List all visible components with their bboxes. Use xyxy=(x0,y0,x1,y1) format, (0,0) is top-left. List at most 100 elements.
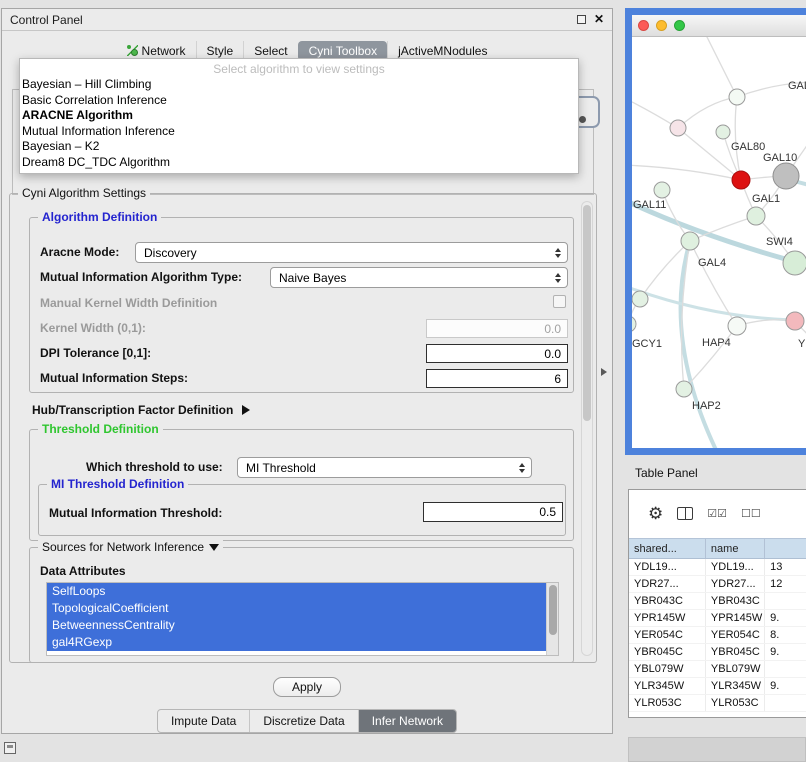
table-cell: YER054C xyxy=(706,627,765,643)
network-graph[interactable]: GALGAL80GAL10GAL11GAL1SWI4GAL4GCY1HAP4YE… xyxy=(632,37,806,448)
mi-type-select[interactable]: Naive Bayes xyxy=(270,267,568,288)
aracne-mode-label: Aracne Mode: xyxy=(40,245,119,259)
mi-steps-field[interactable]: 6 xyxy=(426,369,568,388)
table-row[interactable]: YLR053CYLR053C xyxy=(629,695,806,712)
cyni-settings-title: Cyni Algorithm Settings xyxy=(18,186,150,200)
manual-kernel-checkbox xyxy=(553,295,566,308)
settings-scrollbar[interactable] xyxy=(581,201,593,656)
algorithm-option-dream8-dc-tdc-algorithm[interactable]: Dream8 DC_TDC Algorithm xyxy=(20,155,578,171)
bottom-tab-discretize-data[interactable]: Discretize Data xyxy=(249,710,357,732)
algorithm-definition-group: Algorithm Definition Aracne Mode: Discov… xyxy=(29,217,574,393)
bottom-tab-impute-data[interactable]: Impute Data xyxy=(158,710,249,732)
mi-steps-label: Mutual Information Steps: xyxy=(40,371,188,385)
screen: Control Panel ✕ NetworkStyleSelectCyni T… xyxy=(0,0,806,762)
attribute-item[interactable]: gal4RGexp xyxy=(47,634,546,651)
attribute-item[interactable]: BetweennessCentrality xyxy=(47,617,546,634)
network-node-label: GCY1 xyxy=(632,338,662,350)
bottom-right-panel xyxy=(628,737,806,762)
table-row[interactable]: YLR345WYLR345W9. xyxy=(629,678,806,695)
dpi-tolerance-label: DPI Tolerance [0,1]: xyxy=(40,346,151,360)
which-threshold-select[interactable]: MI Threshold xyxy=(237,457,532,478)
control-panel-titlebar: Control Panel ✕ xyxy=(2,9,612,31)
attribute-item[interactable]: TopologicalCoefficient xyxy=(47,600,546,617)
expander-arrow-icon xyxy=(242,405,250,415)
network-node[interactable] xyxy=(773,163,799,189)
table-cell: 9. xyxy=(765,678,806,694)
tab-label: jActiveMNodules xyxy=(398,44,487,58)
columns-icon[interactable] xyxy=(677,507,693,520)
network-tab-icon xyxy=(127,45,138,56)
network-node[interactable] xyxy=(670,120,686,136)
minimize-traffic-light-icon[interactable] xyxy=(656,20,667,31)
kernel-width-field: 0.0 xyxy=(426,319,568,338)
table-cell: YPR145W xyxy=(706,610,765,626)
gear-icon[interactable]: ⚙ xyxy=(648,505,663,522)
float-window-icon[interactable] xyxy=(577,15,586,24)
table-cell: YER054C xyxy=(629,627,706,643)
aracne-mode-select[interactable]: Discovery xyxy=(135,242,568,263)
network-node[interactable] xyxy=(632,291,648,307)
settings-scrollbar-thumb[interactable] xyxy=(583,205,591,421)
network-node-label: HAP4 xyxy=(702,337,731,349)
network-edge[interactable] xyxy=(678,97,737,128)
combo-arrows-icon xyxy=(555,273,561,283)
algorithm-option-mutual-information-inference[interactable]: Mutual Information Inference xyxy=(20,124,578,140)
data-attributes-list: SelfLoopsTopologicalCoefficientBetweenne… xyxy=(47,583,546,655)
network-edge[interactable] xyxy=(678,128,741,180)
sources-expander[interactable]: Sources for Network Inference xyxy=(38,540,223,554)
hub-definition-expander[interactable]: Hub/Transcription Factor Definition xyxy=(32,403,250,417)
network-node[interactable] xyxy=(732,171,750,189)
zoom-traffic-light-icon[interactable] xyxy=(674,20,685,31)
table-cell: 12 xyxy=(765,576,806,592)
network-edge[interactable] xyxy=(702,37,737,97)
attribute-item[interactable]: SelfLoops xyxy=(47,583,546,600)
table-row[interactable]: YBL079WYBL079W xyxy=(629,661,806,678)
table-row[interactable]: YBR045CYBR045C9. xyxy=(629,644,806,661)
network-node[interactable] xyxy=(783,251,806,275)
column-header[interactable] xyxy=(765,539,806,558)
algorithm-option-basic-correlation-inference[interactable]: Basic Correlation Inference xyxy=(20,93,578,109)
mi-threshold-field[interactable]: 0.5 xyxy=(423,502,563,522)
network-node[interactable] xyxy=(716,125,730,139)
bottom-tab-infer-network[interactable]: Infer Network xyxy=(358,710,456,732)
deselect-all-checkboxes-icon[interactable]: ☐☐ xyxy=(741,507,761,520)
algorithm-option-bayesian-hill-climbing[interactable]: Bayesian – Hill Climbing xyxy=(20,77,578,93)
table-row[interactable]: YPR145WYPR145W9. xyxy=(629,610,806,627)
network-node-label: GAL10 xyxy=(763,152,797,164)
attributes-scrollbar-thumb[interactable] xyxy=(549,585,557,635)
table-row[interactable]: YDL19...YDL19...13 xyxy=(629,559,806,576)
network-node[interactable] xyxy=(676,381,692,397)
mi-type-value: Naive Bayes xyxy=(279,271,346,285)
close-window-icon[interactable]: ✕ xyxy=(594,12,604,26)
which-threshold-label: Which threshold to use: xyxy=(86,460,223,474)
table-row[interactable]: YDR27...YDR27...12 xyxy=(629,576,806,593)
algorithm-dropdown: Select algorithm to view settings Bayesi… xyxy=(19,58,579,174)
select-all-checkboxes-icon[interactable]: ☑☑ xyxy=(707,507,727,520)
column-header[interactable]: shared... xyxy=(629,539,706,558)
dpi-tolerance-field[interactable]: 0.0 xyxy=(426,344,568,363)
algorithm-option-aracne-algorithm[interactable]: ARACNE Algorithm xyxy=(20,108,578,124)
network-node-label: YE xyxy=(798,338,806,350)
table-row[interactable]: YER054CYER054C8. xyxy=(629,627,806,644)
restore-panel-icon[interactable] xyxy=(4,742,16,754)
table-cell: YDR27... xyxy=(629,576,706,592)
network-node[interactable] xyxy=(632,316,636,332)
column-header[interactable]: name xyxy=(706,539,765,558)
splitter-collapse-icon[interactable] xyxy=(601,368,607,376)
network-canvas[interactable]: GALGAL80GAL10GAL11GAL1SWI4GAL4GCY1HAP4YE… xyxy=(632,37,806,448)
algorithm-option-bayesian-k2[interactable]: Bayesian – K2 xyxy=(20,139,578,155)
table-row[interactable]: YBR043CYBR043C xyxy=(629,593,806,610)
table-cell xyxy=(765,593,806,609)
network-node[interactable] xyxy=(681,232,699,250)
attributes-scrollbar[interactable] xyxy=(546,583,558,655)
mi-threshold-group: MI Threshold Definition Mutual Informati… xyxy=(38,484,566,536)
network-node[interactable] xyxy=(786,312,804,330)
close-traffic-light-icon[interactable] xyxy=(638,20,649,31)
manual-kernel-label: Manual Kernel Width Definition xyxy=(40,296,217,310)
network-node[interactable] xyxy=(728,317,746,335)
network-edge[interactable] xyxy=(632,285,792,320)
apply-button[interactable]: Apply xyxy=(273,677,341,697)
network-node[interactable] xyxy=(747,207,765,225)
network-node[interactable] xyxy=(654,182,670,198)
network-node[interactable] xyxy=(729,89,745,105)
